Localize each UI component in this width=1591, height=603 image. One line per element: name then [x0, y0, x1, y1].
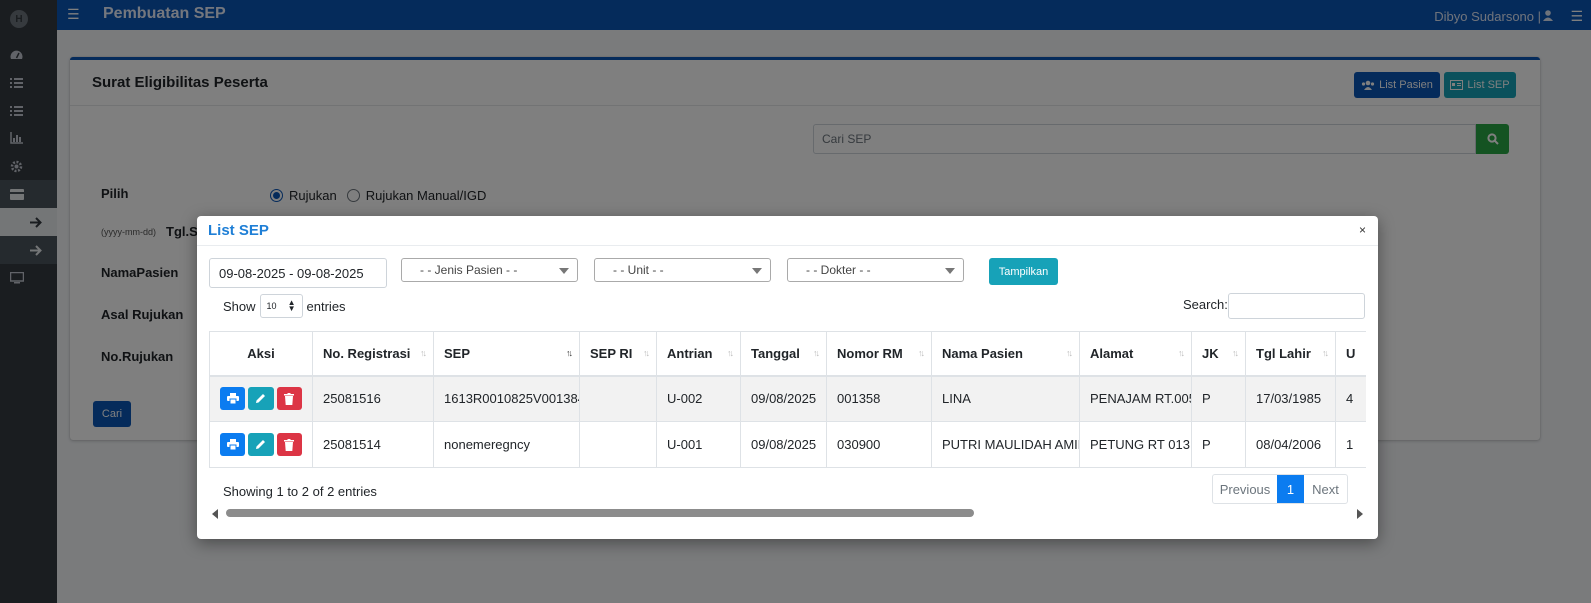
sep-table-wrapper: Aksi No. Registrasi ↑↓ SEP ↑↓ SEP RI ↑↓ Ant… — [209, 331, 1366, 469]
col-antrian[interactable]: Antrian ↑↓ — [656, 331, 741, 377]
table-row: 25081514 nonemeregncy U-001 09/08/2025 0… — [209, 421, 1366, 468]
delete-button[interactable] — [276, 433, 302, 456]
table-header-row: Aksi No. Registrasi ↑↓ SEP ↑↓ SEP RI ↑↓ Ant… — [209, 331, 1366, 377]
print-button[interactable] — [220, 387, 246, 411]
table-info: Showing 1 to 2 of 2 entries — [223, 484, 377, 499]
tampilkan-button[interactable]: Tampilkan — [989, 258, 1058, 285]
modal-title: List SEP — [208, 222, 269, 239]
pencil-icon — [256, 440, 266, 449]
show-label: Show — [223, 298, 256, 314]
edit-button[interactable] — [248, 387, 274, 411]
tgl-lahir-cell: 08/04/2006 — [1245, 421, 1336, 468]
trash-icon — [284, 392, 295, 405]
dokter-select[interactable]: - - Dokter - - — [787, 258, 964, 282]
page-1-button[interactable]: 1 — [1277, 475, 1304, 503]
col-no-registrasi[interactable]: No. Registrasi ↑↓ — [312, 331, 434, 377]
sep-ri-cell — [579, 421, 657, 468]
date-range-input[interactable]: 09-08-2025 - 09-08-2025 — [209, 258, 387, 288]
alamat-cell: PETUNG RT 013 — [1079, 421, 1192, 468]
updown-icon: ▲ ▼ — [287, 298, 296, 313]
chevron-down-icon — [559, 268, 569, 274]
dokter-value: - - Dokter - - — [806, 263, 871, 277]
sort-icon: ↑↓ — [1232, 348, 1239, 358]
sort-icon: ↑↓ — [1066, 348, 1073, 358]
modal-header: List SEP × — [197, 216, 1378, 246]
search-label: Search: — [1183, 297, 1228, 312]
col-nomor-rm[interactable]: Nomor RM ↑↓ — [826, 331, 932, 377]
horizontal-scrollbar[interactable] — [209, 506, 1366, 520]
u-cell: 4 — [1335, 375, 1366, 422]
unit-select[interactable]: - - Unit - - — [594, 258, 771, 282]
col-sep[interactable]: SEP ↑↓ — [433, 331, 580, 377]
scrollbar-thumb[interactable] — [226, 509, 974, 517]
entries-value: 10 — [266, 301, 277, 311]
tanggal-cell: 09/08/2025 — [740, 375, 827, 422]
sort-icon: ↑↓ — [727, 348, 734, 358]
col-aksi: Aksi — [209, 331, 313, 377]
alamat-cell: PENAJAM RT.005 — [1079, 375, 1192, 422]
col-u[interactable]: U — [1335, 331, 1366, 377]
aksi-cell — [209, 375, 313, 422]
sort-icon: ↑↓ — [566, 348, 573, 358]
sep-cell: 1613R0010825V001384 — [433, 375, 580, 422]
sort-icon: ↑↓ — [643, 348, 650, 358]
show-entries: Show 10 ▲ ▼ entries — [223, 294, 346, 318]
sort-icon: ↑↓ — [1178, 348, 1185, 358]
entries-label: entries — [306, 298, 346, 314]
pencil-icon — [256, 394, 266, 404]
previous-page-button[interactable]: Previous — [1213, 475, 1277, 503]
close-icon[interactable]: × — [1359, 223, 1366, 237]
antrian-cell: U-001 — [656, 421, 741, 468]
nomor-rm-cell: 001358 — [826, 375, 932, 422]
sep-cell: nonemeregncy — [433, 421, 580, 468]
chevron-down-icon — [945, 268, 955, 274]
edit-button[interactable] — [248, 433, 274, 456]
no-registrasi-cell: 25081516 — [312, 375, 434, 422]
pagination: Previous 1 Next — [1212, 474, 1348, 504]
tanggal-cell: 09/08/2025 — [740, 421, 827, 468]
nomor-rm-cell: 030900 — [826, 421, 932, 468]
sort-icon: ↑↓ — [813, 348, 820, 358]
sep-table: Aksi No. Registrasi ↑↓ SEP ↑↓ SEP RI ↑↓ Ant… — [209, 331, 1366, 468]
delete-button[interactable] — [276, 387, 302, 411]
scroll-left-icon[interactable] — [212, 509, 218, 519]
trash-icon — [284, 438, 295, 451]
list-sep-modal: List SEP × 09-08-2025 - 09-08-2025 - - J… — [197, 216, 1378, 539]
col-sep-ri[interactable]: SEP RI ↑↓ — [579, 331, 657, 377]
unit-value: - - Unit - - — [613, 263, 664, 277]
sort-icon: ↑↓ — [420, 348, 427, 358]
tgl-lahir-cell: 17/03/1985 — [1245, 375, 1336, 422]
chevron-down-icon — [752, 268, 762, 274]
sort-icon: ↑↓ — [1322, 348, 1329, 358]
sep-ri-cell — [579, 375, 657, 422]
col-tanggal[interactable]: Tanggal ↑↓ — [740, 331, 827, 377]
aksi-cell — [209, 421, 313, 468]
jenis-pasien-value: - - Jenis Pasien - - — [420, 263, 518, 277]
no-registrasi-cell: 25081514 — [312, 421, 434, 468]
col-tgl-lahir[interactable]: Tgl Lahir ↑↓ — [1245, 331, 1336, 377]
u-cell: 1 — [1335, 421, 1366, 468]
scroll-right-icon[interactable] — [1357, 509, 1363, 519]
sort-icon: ↑↓ — [918, 348, 925, 358]
entries-select[interactable]: 10 ▲ ▼ — [259, 294, 303, 318]
print-icon — [226, 393, 239, 405]
col-alamat[interactable]: Alamat ↑↓ — [1079, 331, 1192, 377]
print-icon — [226, 439, 239, 450]
col-nama-pasien[interactable]: Nama Pasien ↑↓ — [931, 331, 1080, 377]
next-page-button[interactable]: Next — [1304, 475, 1347, 503]
nama-pasien-cell: PUTRI MAULIDAH AMIR — [931, 421, 1080, 468]
jenis-pasien-select[interactable]: - - Jenis Pasien - - — [401, 258, 578, 282]
antrian-cell: U-002 — [656, 375, 741, 422]
jk-cell: P — [1191, 375, 1246, 422]
jk-cell: P — [1191, 421, 1246, 468]
nama-pasien-cell: LINA — [931, 375, 1080, 422]
col-jk[interactable]: JK ↑↓ — [1191, 331, 1246, 377]
print-button[interactable] — [220, 433, 246, 456]
table-row: 25081516 1613R0010825V001384 U-002 09/08… — [209, 375, 1366, 422]
search-input[interactable] — [1228, 293, 1365, 319]
